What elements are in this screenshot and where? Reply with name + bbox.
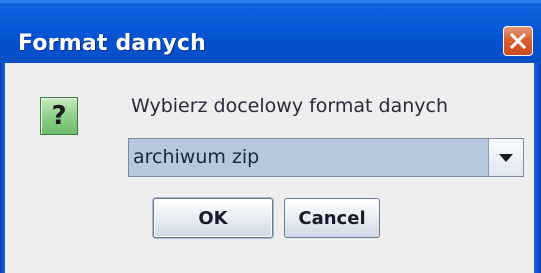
window-title: Format danych bbox=[18, 31, 206, 56]
close-icon bbox=[509, 32, 527, 50]
window-frame-right bbox=[534, 63, 541, 273]
title-bar[interactable]: Format danych bbox=[0, 0, 541, 63]
dialog-window: Format danych ? Wybierz docelowy format … bbox=[0, 0, 541, 273]
question-icon: ? bbox=[40, 97, 78, 135]
format-select-value: archiwum zip bbox=[133, 146, 260, 168]
dropdown-arrow-button[interactable] bbox=[488, 139, 523, 176]
format-select[interactable]: archiwum zip bbox=[128, 138, 524, 177]
cancel-button[interactable]: Cancel bbox=[284, 198, 380, 238]
close-button[interactable] bbox=[503, 26, 533, 56]
chevron-down-icon bbox=[499, 153, 513, 162]
prompt-label: Wybierz docelowy format danych bbox=[131, 95, 449, 117]
ok-button[interactable]: OK bbox=[153, 198, 273, 238]
question-mark-glyph: ? bbox=[51, 101, 67, 131]
